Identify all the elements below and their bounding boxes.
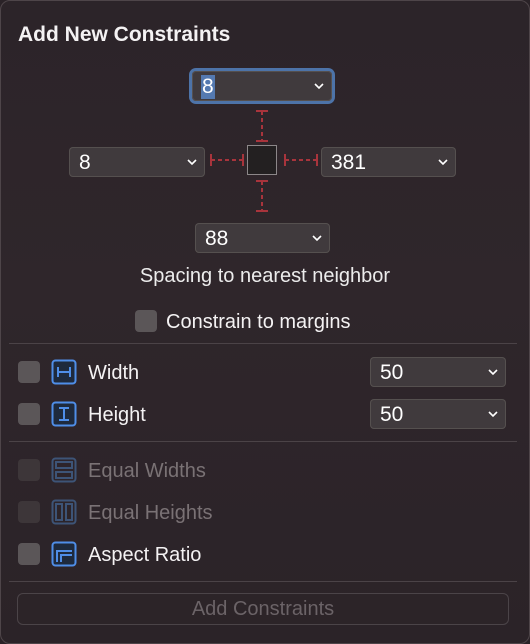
top-spacing-value: 8	[201, 75, 215, 99]
constrain-margins-checkbox[interactable]	[135, 310, 157, 332]
right-spacing-value: 381	[331, 151, 367, 174]
equal-heights-icon	[51, 499, 77, 525]
equal-widths-label: Equal Widths	[88, 460, 206, 482]
bottom-spacing-field[interactable]: 88	[195, 223, 330, 253]
divider	[9, 441, 517, 442]
chevron-down-icon[interactable]	[187, 157, 197, 167]
aspect-ratio-label[interactable]: Aspect Ratio	[88, 544, 201, 567]
height-value: 50	[380, 403, 404, 426]
chevron-down-icon[interactable]	[438, 157, 448, 167]
top-strut-toggle[interactable]	[251, 109, 273, 143]
left-spacing-value: 8	[79, 151, 91, 174]
height-checkbox[interactable]	[18, 403, 40, 425]
equal-widths-icon	[51, 457, 77, 483]
divider	[9, 343, 517, 344]
chevron-down-icon[interactable]	[314, 81, 324, 91]
left-strut-toggle[interactable]	[209, 149, 245, 171]
width-value: 50	[380, 361, 404, 384]
right-spacing-field[interactable]: 381	[321, 147, 456, 177]
height-constraint-icon	[51, 401, 77, 427]
spacing-caption: Spacing to nearest neighbor	[139, 265, 391, 287]
popover-title: Add New Constraints	[18, 23, 231, 46]
selected-view-box	[247, 145, 277, 175]
aspect-ratio-checkbox[interactable]	[18, 543, 40, 565]
add-constraints-popover: Add New Constraints 8 8 381 88 Spacing t…	[0, 0, 530, 644]
constrain-margins-label[interactable]: Constrain to margins	[166, 311, 351, 334]
bottom-strut-toggle[interactable]	[251, 179, 273, 213]
height-label[interactable]: Height	[88, 404, 146, 427]
top-spacing-field[interactable]: 8	[192, 71, 332, 101]
chevron-down-icon[interactable]	[312, 233, 322, 243]
equal-widths-checkbox	[18, 459, 40, 481]
chevron-down-icon[interactable]	[488, 367, 498, 377]
width-value-field[interactable]: 50	[370, 357, 506, 387]
width-constraint-icon	[51, 359, 77, 385]
bottom-spacing-value: 88	[205, 227, 229, 250]
equal-heights-checkbox	[18, 501, 40, 523]
width-label[interactable]: Width	[88, 362, 139, 385]
equal-heights-label: Equal Heights	[88, 502, 213, 524]
add-constraints-button[interactable]: Add Constraints	[17, 593, 509, 625]
aspect-ratio-icon	[51, 541, 77, 567]
chevron-down-icon[interactable]	[488, 409, 498, 419]
height-value-field[interactable]: 50	[370, 399, 506, 429]
left-spacing-field[interactable]: 8	[69, 147, 205, 177]
width-checkbox[interactable]	[18, 361, 40, 383]
divider	[9, 581, 517, 582]
right-strut-toggle[interactable]	[283, 149, 319, 171]
